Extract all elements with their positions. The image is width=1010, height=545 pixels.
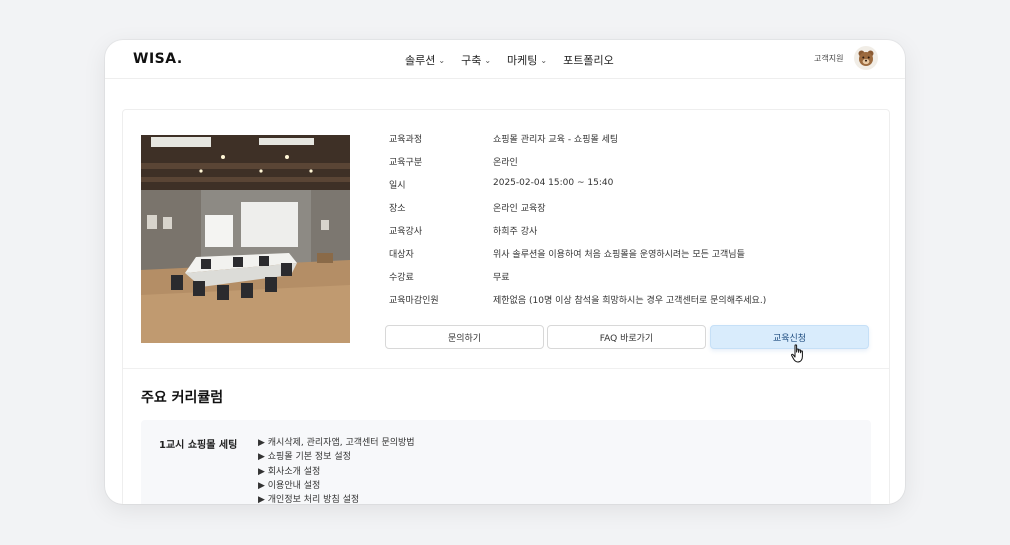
info-label: 교육구분 — [389, 158, 423, 168]
list-item: ▶ 회사소개 설정 — [258, 466, 321, 477]
nav-label: 포트폴리오 — [563, 54, 614, 67]
curriculum-title: 주요 커리큘럼 — [141, 390, 224, 406]
info-row: 일시 2025-02-04 15:00 ~ 15:40 — [389, 178, 766, 201]
info-row: 교육강사 하희주 강사 — [389, 224, 766, 247]
inquiry-button[interactable]: 문의하기 — [385, 325, 544, 349]
info-value: 온라인 — [493, 158, 518, 168]
nav-label: 솔루션 — [405, 54, 436, 67]
course-info-table: 교육과정 쇼핑몰 관리자 교육 - 쇼핑몰 세팅 교육구분 온라인 일시 202… — [389, 132, 766, 316]
info-row: 장소 온라인 교육장 — [389, 201, 766, 224]
info-label: 장소 — [389, 204, 406, 214]
faq-button[interactable]: FAQ 바로가기 — [547, 325, 706, 349]
info-value: 무료 — [493, 273, 510, 283]
classroom-photo — [141, 135, 350, 343]
nav-label: 구축 — [461, 54, 482, 67]
info-row: 교육구분 온라인 — [389, 155, 766, 178]
main-nav: 솔루션 ⌄ 구축 ⌄ 마케팅 ⌄ 포트폴리오 — [405, 52, 614, 68]
info-label: 일시 — [389, 181, 406, 191]
info-label: 대상자 — [389, 250, 414, 260]
wisa-logo[interactable]: WISA. — [133, 51, 183, 67]
info-row: 대상자 위사 솔루션을 이용하여 처음 쇼핑몰을 운영하시려는 모든 고객님들 — [389, 247, 766, 270]
section-divider — [123, 368, 889, 369]
info-value: 위사 솔루션을 이용하여 처음 쇼핑몰을 운영하시려는 모든 고객님들 — [493, 250, 745, 260]
info-value: 쇼핑몰 관리자 교육 - 쇼핑몰 세팅 — [493, 135, 619, 145]
info-value: 2025-02-04 15:00 ~ 15:40 — [493, 178, 614, 188]
info-label: 교육마감인원 — [389, 296, 439, 306]
session-title: 1교시 쇼핑몰 세팅 — [159, 440, 238, 451]
nav-build[interactable]: 구축 ⌄ — [461, 52, 491, 68]
curriculum-box: 1교시 쇼핑몰 세팅 ▶ 캐시삭제, 관리자앱, 고객센터 문의방법 ▶ 쇼핑몰… — [141, 420, 871, 504]
bear-avatar-icon — [858, 50, 874, 66]
avatar[interactable] — [854, 46, 878, 70]
list-item: ▶ 이용안내 설정 — [258, 480, 321, 491]
list-item: ▶ 개인정보 처리 방침 설정 — [258, 495, 360, 504]
list-item: ▶ 쇼핑몰 기본 정보 설정 — [258, 452, 351, 463]
nav-solution[interactable]: 솔루션 ⌄ — [405, 52, 445, 68]
topic-list: ▶ 캐시삭제, 관리자앱, 고객센터 문의방법 ▶ 쇼핑몰 기본 정보 설정 ▶… — [258, 436, 415, 504]
info-label: 교육과정 — [389, 135, 423, 145]
nav-portfolio[interactable]: 포트폴리오 — [563, 52, 614, 68]
nav-marketing[interactable]: 마케팅 ⌄ — [507, 52, 547, 68]
browser-window: WISA. 솔루션 ⌄ 구축 ⌄ 마케팅 ⌄ 포트폴리오 고객지원 교육과정 쇼… — [105, 40, 905, 504]
info-row: 수강료 무료 — [389, 270, 766, 293]
nav-label: 마케팅 — [507, 54, 538, 67]
chevron-down-icon: ⌄ — [438, 55, 446, 65]
info-label: 수강료 — [389, 273, 414, 283]
chevron-down-icon: ⌄ — [540, 55, 548, 65]
info-value: 하희주 강사 — [493, 227, 538, 237]
top-navigation-bar: WISA. 솔루션 ⌄ 구축 ⌄ 마케팅 ⌄ 포트폴리오 고객지원 — [105, 40, 905, 79]
chevron-down-icon: ⌄ — [484, 55, 492, 65]
info-row: 교육과정 쇼핑몰 관리자 교육 - 쇼핑몰 세팅 — [389, 132, 766, 155]
info-row: 교육마감인원 제한없음 (10명 이상 참석을 희망하시는 경우 고객센터로 문… — [389, 293, 766, 316]
course-detail-card: 교육과정 쇼핑몰 관리자 교육 - 쇼핑몰 세팅 교육구분 온라인 일시 202… — [122, 109, 890, 504]
list-item: ▶ 캐시삭제, 관리자앱, 고객센터 문의방법 — [258, 438, 415, 448]
info-value: 온라인 교육장 — [493, 204, 546, 214]
info-value: 제한없음 (10명 이상 참석을 희망하시는 경우 고객센터로 문의해주세요.) — [493, 296, 767, 306]
info-label: 교육강사 — [389, 227, 423, 237]
customer-support-link[interactable]: 고객지원 — [814, 53, 843, 64]
hand-pointer-cursor-icon — [791, 344, 803, 363]
